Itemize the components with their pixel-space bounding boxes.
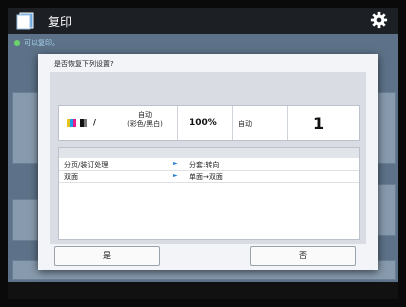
bottom-bar (8, 282, 398, 299)
background-left-panel (12, 92, 38, 164)
settings-list: 分页/装订处理 ► 分套:转向 双面 ► 单面→双面 (58, 147, 360, 240)
status-indicator-icon (14, 40, 20, 46)
arrow-right-icon: ► (173, 172, 178, 179)
status-text: 可以复印。 (24, 39, 59, 47)
dialog-title: 是否恢复下列设置? (54, 60, 114, 68)
setting-value: 分套:转向 (189, 161, 220, 169)
color-mode-cell: / 自动 (彩色/黑白) (59, 106, 178, 140)
dialog-content: / 自动 (彩色/黑白) 100% 自动 1 分页/装订处理 ► 分套:转向 双… (50, 72, 366, 244)
list-item: 双面 ► 单面→双面 (59, 171, 359, 183)
color-auto-line2: (彩色/黑白) (127, 120, 163, 128)
setting-label: 分页/装订处理 (64, 161, 109, 169)
settings-summary: / 自动 (彩色/黑白) 100% 自动 1 (58, 105, 360, 141)
yes-button[interactable]: 是 (54, 246, 160, 266)
background-left-panel-lower (12, 199, 38, 241)
arrow-right-icon: ► (173, 160, 178, 167)
settings-list-header (59, 148, 359, 158)
copy-ratio: 100% (189, 118, 217, 128)
paper-select-label: 自动 (238, 120, 252, 128)
color-mode-icon (67, 119, 87, 127)
list-item: 分页/装订处理 ► 分套:转向 (59, 159, 359, 171)
no-button[interactable]: 否 (250, 246, 356, 266)
status-row: 可以复印。 (14, 38, 59, 48)
paper-select-cell: 自动 (232, 106, 288, 140)
color-auto-line1: 自动 (138, 111, 152, 119)
app-title: 复印 (48, 15, 73, 29)
copies-count: 1 (313, 114, 325, 133)
setting-value: 单面→双面 (189, 173, 223, 181)
device-frame: 复印 可以复印。 是否恢复下列设置? / 自动 (彩色/黑白) 100% 自动 … (0, 0, 406, 307)
gear-icon[interactable] (370, 11, 388, 29)
restore-settings-dialog: 是否恢复下列设置? / 自动 (彩色/黑白) 100% 自动 1 分页/装订处理… (38, 54, 378, 270)
copy-app-icon (16, 12, 34, 30)
color-auto-label: 自动 (彩色/黑白) (114, 111, 176, 129)
color-mode-text: / (93, 118, 96, 127)
title-bar: 复印 (8, 8, 398, 34)
ratio-cell: 100% (177, 106, 233, 140)
setting-label: 双面 (64, 173, 78, 181)
